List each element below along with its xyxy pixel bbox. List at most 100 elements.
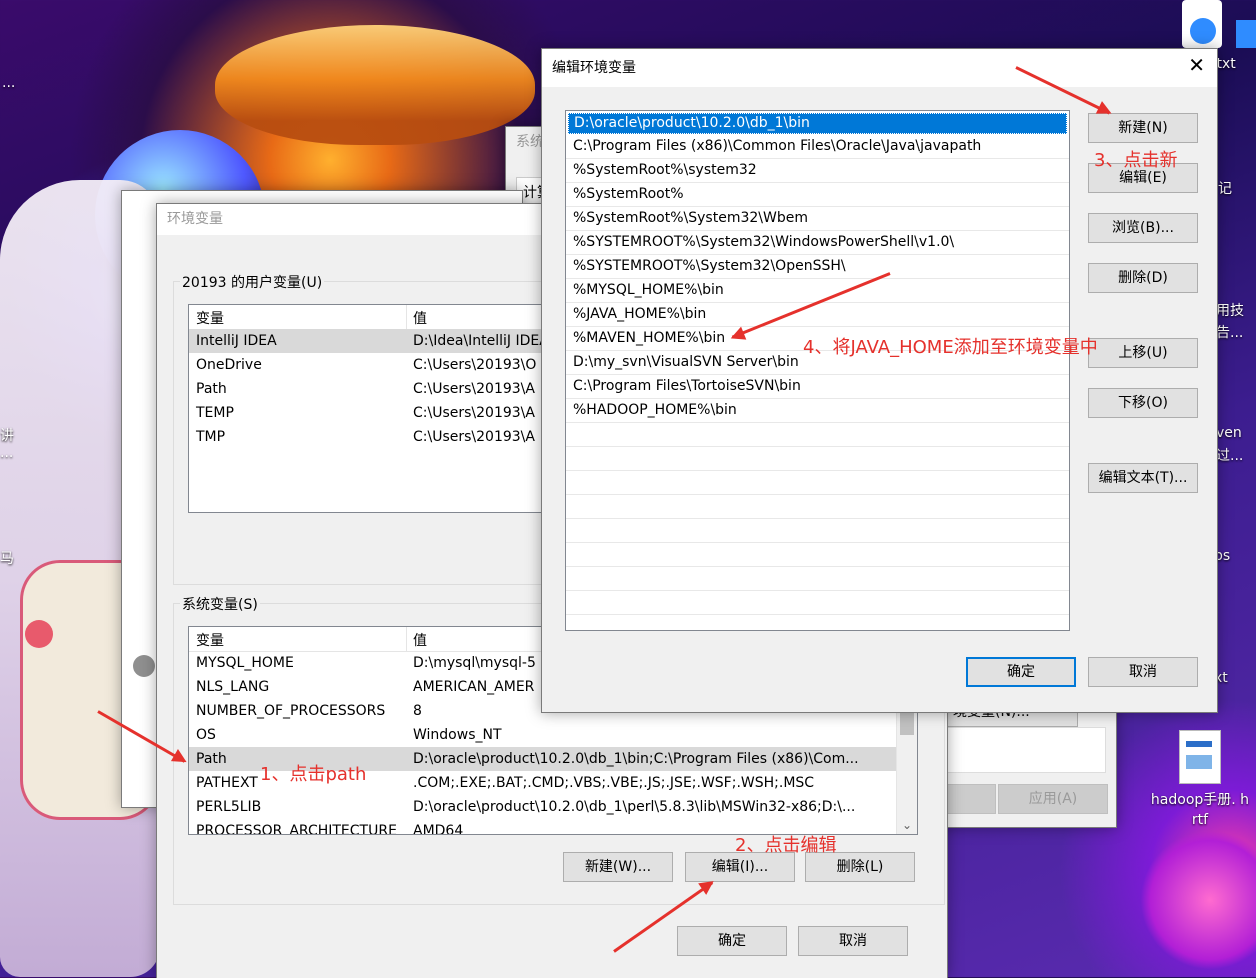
user-vars-header: 变量 值 — [189, 305, 549, 330]
variable-value: D:\oracle\product\10.2.0\db_1\bin;C:\Pro… — [413, 751, 859, 767]
path-entry[interactable]: %SystemRoot%\System32\Wbem — [566, 207, 1069, 231]
variable-value: C:\Users\20193\O — [413, 357, 537, 373]
variable-value: D:\mysql\mysql-5 — [413, 655, 536, 671]
close-icon[interactable]: ✕ — [1188, 55, 1205, 75]
empty-path-entry[interactable] — [566, 615, 1069, 630]
edit-text-button[interactable]: 编辑文本(T)... — [1088, 463, 1198, 493]
col-variable[interactable]: 变量 — [196, 308, 224, 328]
variable-name: TEMP — [196, 405, 234, 421]
desktop-icon-label[interactable]: 记 — [1218, 178, 1232, 198]
path-entry[interactable]: %SystemRoot% — [566, 183, 1069, 207]
hadoop-file-name: hadoop手册. h rtf — [1150, 792, 1250, 828]
wallpaper-planet — [215, 25, 535, 145]
table-row[interactable]: PERL5LIB D:\oracle\product\10.2.0\db_1\pe… — [189, 795, 917, 819]
path-entry[interactable]: C:\Program Files (x86)\Common Files\Orac… — [566, 135, 1069, 159]
variable-name: IntelliJ IDEA — [196, 333, 277, 349]
env-ok-button[interactable]: 确定 — [677, 926, 787, 956]
path-entry[interactable]: %JAVA_HOME%\bin — [566, 303, 1069, 327]
variable-name: NUMBER_OF_PROCESSORS — [196, 703, 386, 719]
move-up-button[interactable]: 上移(U) — [1088, 338, 1198, 368]
desktop-icon-label[interactable]: ... — [2, 75, 15, 91]
step4-annotation: 4、将JAVA_HOME添加至环境变量中 — [803, 337, 1098, 358]
empty-path-entry[interactable] — [566, 447, 1069, 471]
variable-value: .COM;.EXE;.BAT;.CMD;.VBS;.VBE;.JS;.JSE;.… — [413, 775, 815, 791]
variable-name: OS — [196, 727, 216, 743]
baidu-netdisk-icon[interactable] — [1182, 0, 1222, 48]
variable-name: NLS_LANG — [196, 679, 270, 695]
path-entry[interactable]: %SYSTEMROOT%\System32\WindowsPowerShell\… — [566, 231, 1069, 255]
variable-value: C:\Users\20193\A — [413, 405, 535, 421]
empty-path-entry[interactable] — [566, 567, 1069, 591]
table-row[interactable]: Path C:\Users\20193\A — [189, 377, 549, 401]
variable-name: PERL5LIB — [196, 799, 262, 815]
path-entries-list[interactable]: D:\oracle\product\10.2.0\db_1\bin C:\Prog… — [565, 110, 1070, 631]
system-vars-label: 系统变量(S) — [180, 594, 260, 614]
path-entry[interactable]: %SYSTEMROOT%\System32\OpenSSH\ — [566, 255, 1069, 279]
wallpaper-neon — [1140, 830, 1256, 970]
path-entry[interactable]: %SystemRoot%\system32 — [566, 159, 1069, 183]
step1-annotation: 1、点击path — [260, 764, 367, 785]
col-variable[interactable]: 变量 — [196, 630, 224, 650]
path-entry[interactable]: D:\oracle\product\10.2.0\db_1\bin — [568, 113, 1067, 134]
delete-button[interactable]: 删除(D) — [1088, 263, 1198, 293]
user-vars-list[interactable]: 变量 值 IntelliJ IDEA D:\Idea\IntelliJ IDEA O… — [188, 304, 550, 513]
empty-path-entry[interactable] — [566, 543, 1069, 567]
empty-path-entry[interactable] — [566, 423, 1069, 447]
move-down-button[interactable]: 下移(O) — [1088, 388, 1198, 418]
hadoop-file-icon[interactable]: hadoop手册. h rtf — [1150, 730, 1250, 830]
env-cancel-button[interactable]: 取消 — [798, 926, 908, 956]
edit-ok-button[interactable]: 确定 — [966, 657, 1076, 687]
variable-value: AMD64 — [413, 823, 464, 835]
scroll-down-icon[interactable]: ⌄ — [897, 818, 917, 832]
variable-value: C:\Users\20193\A — [413, 429, 535, 445]
sys-props-ok-button[interactable] — [946, 784, 996, 814]
desktop-icon-label[interactable]: 用技 — [1216, 300, 1244, 320]
col-value[interactable]: 值 — [413, 630, 427, 650]
variable-name: PROCESSOR_ARCHITECTURE — [196, 823, 397, 835]
user-vars-label: 20193 的用户变量(U) — [180, 272, 325, 292]
desktop-icon-label[interactable]: 讲 — [0, 425, 14, 445]
emoji-icon — [133, 655, 155, 677]
path-entry[interactable]: %MYSQL_HOME%\bin — [566, 279, 1069, 303]
step3-annotation: 3、点击新 — [1094, 150, 1178, 171]
edit-dialog-title: 编辑环境变量 ✕ — [542, 49, 1217, 87]
desktop-icon-partial[interactable] — [1236, 20, 1256, 48]
wallpaper-flower — [25, 620, 53, 648]
desktop-icon-label[interactable]: 过... — [1216, 445, 1243, 465]
desktop-icon-label[interactable]: ven — [1216, 425, 1242, 441]
variable-name: Path — [196, 751, 227, 767]
table-row[interactable]: OneDrive C:\Users\20193\O — [189, 353, 549, 377]
path-entry[interactable]: C:\Program Files\TortoiseSVN\bin — [566, 375, 1069, 399]
document-icon — [1179, 730, 1221, 784]
variable-name: Path — [196, 381, 227, 397]
desktop-icon-label[interactable]: ... — [0, 445, 13, 461]
edit-dialog-title-text: 编辑环境变量 — [552, 60, 636, 76]
empty-path-entry[interactable] — [566, 495, 1069, 519]
step2-annotation: 2、点击编辑 — [735, 835, 837, 856]
variable-name: TMP — [196, 429, 226, 445]
variable-value: 8 — [413, 703, 422, 719]
desktop-icon-label[interactable]: 告... — [1216, 322, 1243, 342]
system-new-button[interactable]: 新建(W)... — [563, 852, 673, 882]
table-row[interactable]: IntelliJ IDEA D:\Idea\IntelliJ IDEA — [189, 329, 549, 353]
empty-path-entry[interactable] — [566, 471, 1069, 495]
empty-path-entry[interactable] — [566, 519, 1069, 543]
edit-cancel-button[interactable]: 取消 — [1088, 657, 1198, 687]
table-row[interactable]: OS Windows_NT — [189, 723, 917, 747]
apply-button[interactable]: 应用(A) — [998, 784, 1108, 814]
sys-props-panel — [944, 727, 1106, 773]
variable-name: PATHEXT — [196, 775, 258, 791]
variable-value: D:\oracle\product\10.2.0\db_1\perl\5.8.3… — [413, 799, 856, 815]
table-row[interactable]: TMP C:\Users\20193\A — [189, 425, 549, 449]
desktop-icon-label[interactable]: 马 — [0, 548, 14, 568]
col-value[interactable]: 值 — [413, 308, 427, 328]
empty-path-entry[interactable] — [566, 591, 1069, 615]
variable-name: MYSQL_HOME — [196, 655, 294, 671]
browse-button[interactable]: 浏览(B)... — [1088, 213, 1198, 243]
table-row[interactable]: TEMP C:\Users\20193\A — [189, 401, 549, 425]
variable-value: D:\Idea\IntelliJ IDEA — [413, 333, 549, 349]
variable-value: C:\Users\20193\A — [413, 381, 535, 397]
variable-value: Windows_NT — [413, 727, 502, 743]
path-entry[interactable]: %HADOOP_HOME%\bin — [566, 399, 1069, 423]
variable-value: AMERICAN_AMER — [413, 679, 535, 695]
